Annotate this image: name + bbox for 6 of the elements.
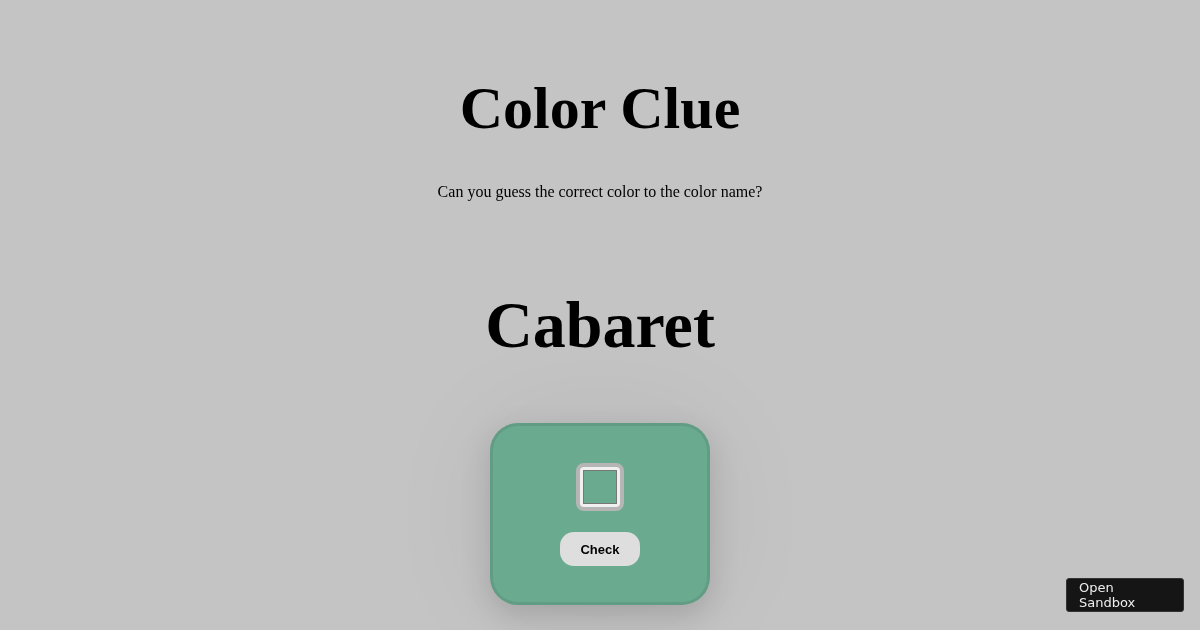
color-name-text: Cabaret xyxy=(485,287,715,363)
instructions-text: Can you guess the correct color to the color name? xyxy=(437,182,763,202)
color-picker-field[interactable] xyxy=(576,463,624,511)
page-title: Color Clue xyxy=(459,74,741,142)
open-sandbox-button[interactable]: Open Sandbox xyxy=(1066,578,1184,612)
check-button[interactable]: Check xyxy=(560,532,640,566)
